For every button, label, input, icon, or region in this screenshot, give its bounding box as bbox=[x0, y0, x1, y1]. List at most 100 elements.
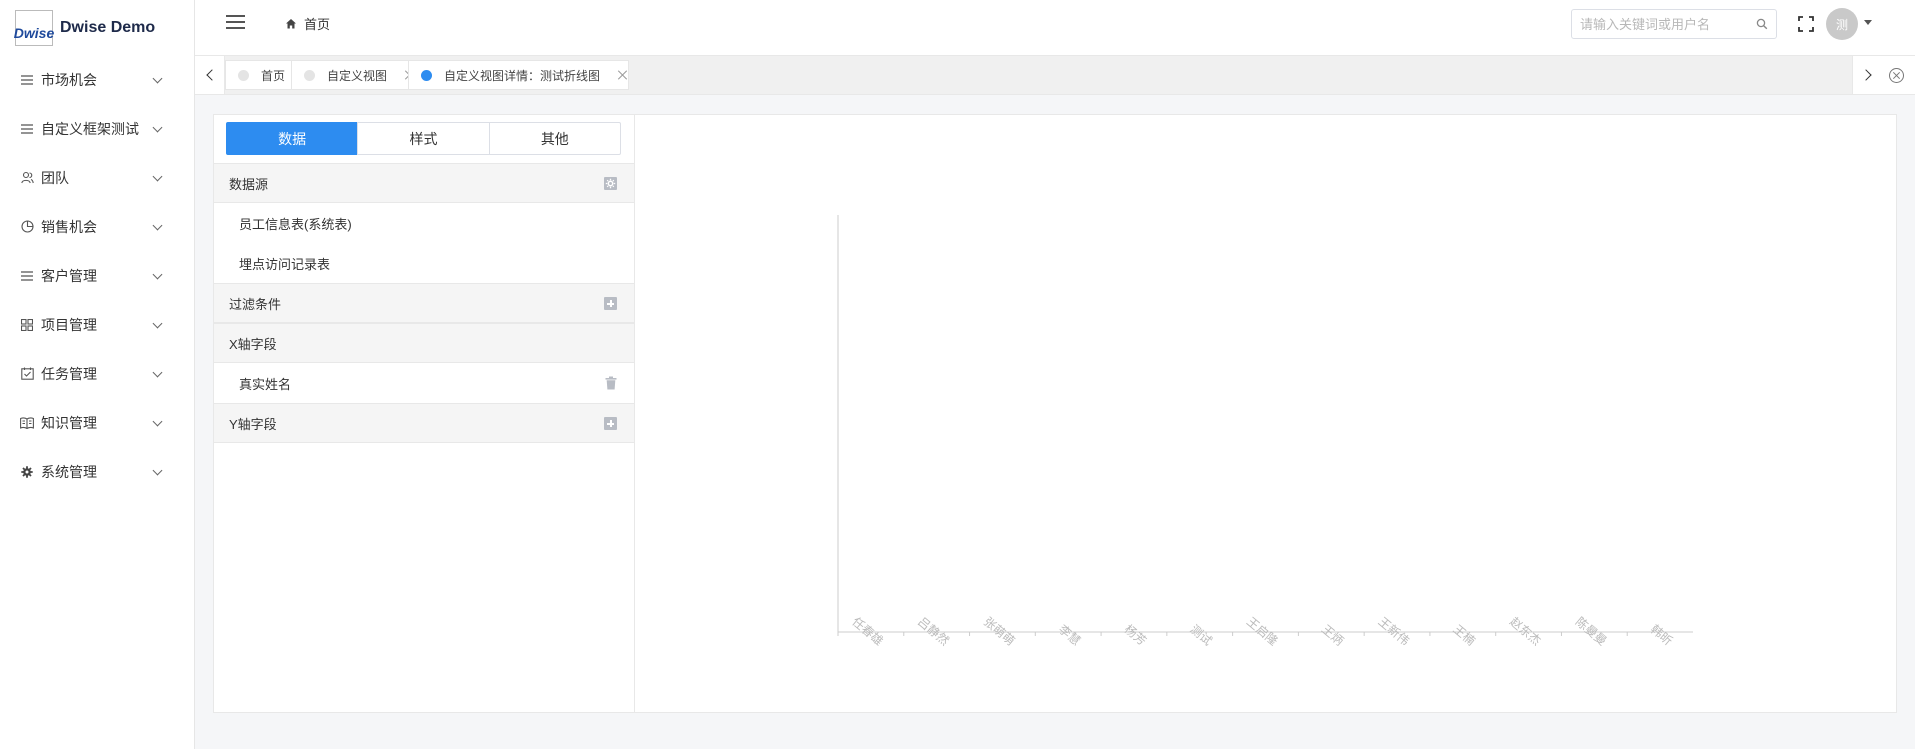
chart-preview: 任春雄 吕静然 张萌萌 李慧 杨芳 测试 王启隆 王炳 王新伟 王楠 赵东杰 陈曼曼 韩昕 bbox=[635, 114, 1897, 713]
home-icon[interactable] bbox=[285, 18, 297, 30]
datasource-title: 数据源 bbox=[229, 176, 269, 192]
datasource-item[interactable]: 埋点访问记录表 bbox=[214, 243, 634, 283]
grid-icon bbox=[20, 318, 34, 332]
tab-label: 自定义视图详情：测试折线图 bbox=[444, 68, 601, 83]
breadcrumb: 首页 bbox=[285, 14, 330, 33]
top-header: 首页 测 bbox=[195, 0, 1915, 55]
settings-icon[interactable] bbox=[604, 177, 617, 190]
sidebar-item-label: 团队 bbox=[41, 169, 69, 186]
add-y-field-icon[interactable] bbox=[604, 417, 617, 430]
x-tick-label: 吕静然 bbox=[915, 614, 952, 649]
search-icon[interactable] bbox=[1756, 18, 1768, 33]
sidebar-item-label: 市场机会 bbox=[41, 71, 97, 88]
sidebar-item-label: 任务管理 bbox=[41, 365, 97, 382]
sidebar-item-label: 知识管理 bbox=[41, 414, 97, 431]
chevron-down-icon bbox=[152, 122, 163, 132]
app-title: Dwise Demo bbox=[60, 18, 156, 36]
x-tick-label: 赵东杰 bbox=[1507, 614, 1544, 648]
add-filter-icon[interactable] bbox=[604, 297, 617, 310]
x-tick-label: 张萌萌 bbox=[981, 614, 1018, 648]
x-axis-header: X轴字段 bbox=[214, 323, 634, 363]
sidebar-item-custom-frame[interactable]: 自定义框架测试 bbox=[0, 104, 194, 153]
x-tick-label: 王楠 bbox=[1450, 621, 1478, 648]
x-tick-label: 杨芳 bbox=[1122, 621, 1150, 648]
chevron-down-icon bbox=[152, 465, 163, 475]
task-icon bbox=[20, 367, 34, 381]
tab-1[interactable]: 自定义视图 bbox=[291, 60, 417, 90]
x-tick-label: 任春雄 bbox=[849, 614, 886, 649]
x-tick-label: 李慧 bbox=[1056, 621, 1084, 648]
list-icon bbox=[20, 73, 34, 87]
breadcrumb-home[interactable]: 首页 bbox=[304, 14, 330, 33]
logo-mark: Dwise bbox=[13, 9, 55, 46]
sidebar-item-customer[interactable]: 客户管理 bbox=[0, 251, 194, 300]
x-tick-label: 王启隆 bbox=[1244, 614, 1281, 649]
datasource-item[interactable]: 员工信息表(系统表) bbox=[214, 203, 634, 243]
search-box bbox=[1571, 9, 1777, 39]
sidebar-item-label: 项目管理 bbox=[41, 316, 97, 333]
delete-icon[interactable] bbox=[605, 376, 617, 390]
chevron-down-icon[interactable] bbox=[1864, 20, 1872, 25]
sidebar-item-team[interactable]: 团队 bbox=[0, 153, 194, 202]
close-all-tabs-icon[interactable] bbox=[1889, 68, 1904, 83]
x-axis-field-label: 真实姓名 bbox=[239, 376, 292, 392]
tab-status-dot bbox=[421, 69, 432, 81]
chevron-down-icon bbox=[152, 416, 163, 426]
sidebar-item-label: 销售机会 bbox=[41, 218, 97, 235]
app-logo[interactable]: Dwise Dwise Demo bbox=[0, 0, 194, 55]
list-icon bbox=[20, 269, 34, 283]
list-icon bbox=[20, 122, 34, 136]
sidebar: Dwise Dwise Demo 市场机会自定义框架测试 团队销售机会客户管理项目… bbox=[0, 0, 195, 749]
sidebar-item-project[interactable]: 项目管理 bbox=[0, 300, 194, 349]
x-tick-label: 韩昕 bbox=[1648, 621, 1676, 648]
sidebar-item-label: 客户管理 bbox=[41, 267, 97, 284]
close-icon[interactable] bbox=[618, 70, 628, 80]
y-axis-title: Y轴字段 bbox=[229, 416, 277, 432]
line-chart: 任春雄 吕静然 张萌萌 李慧 杨芳 测试 王启隆 王炳 王新伟 王楠 赵东杰 陈曼曼 韩昕 bbox=[837, 215, 1693, 649]
sidebar-item-task[interactable]: 任务管理 bbox=[0, 349, 194, 398]
sidebar-item-knowledge[interactable]: 知识管理 bbox=[0, 398, 194, 447]
tab-label: 首页 bbox=[261, 68, 286, 83]
tab-2[interactable]: 自定义视图详情：测试折线图 bbox=[408, 60, 630, 90]
tab-label: 自定义视图 bbox=[327, 68, 388, 83]
chevron-down-icon bbox=[152, 269, 163, 279]
y-axis-header: Y轴字段 bbox=[214, 403, 634, 443]
sidebar-item-sales[interactable]: 销售机会 bbox=[0, 202, 194, 251]
book-icon bbox=[20, 416, 34, 430]
logo-text: Dwise bbox=[13, 24, 55, 41]
sidebar-item-system[interactable]: 系统管理 bbox=[0, 447, 194, 496]
chevron-down-icon bbox=[152, 220, 163, 230]
sidebar-item-market[interactable]: 市场机会 bbox=[0, 55, 194, 104]
filter-header: 过滤条件 bbox=[214, 283, 634, 323]
x-axis-title: X轴字段 bbox=[229, 336, 277, 352]
tab-bar: 首页 自定义视图 自定义视图详情：测试折线图 bbox=[195, 55, 1915, 95]
filter-title: 过滤条件 bbox=[229, 296, 282, 312]
chevron-down-icon bbox=[152, 367, 163, 377]
menu-toggle-icon[interactable] bbox=[226, 15, 245, 29]
chevron-down-icon bbox=[152, 171, 163, 181]
tab-status-dot bbox=[304, 69, 315, 81]
fullscreen-icon[interactable] bbox=[1798, 16, 1814, 32]
x-tick-label: 测试 bbox=[1187, 621, 1215, 648]
x-tick-label: 王新伟 bbox=[1376, 614, 1413, 649]
sidebar-item-label: 系统管理 bbox=[41, 463, 97, 480]
tab-scroll-left-icon[interactable] bbox=[195, 56, 225, 94]
segment-tab-0[interactable]: 数据 bbox=[226, 122, 359, 155]
chevron-down-icon bbox=[152, 73, 163, 83]
team-icon bbox=[20, 171, 34, 185]
segment-tab-1[interactable]: 样式 bbox=[357, 122, 490, 155]
tab-0[interactable]: 首页 bbox=[225, 60, 301, 90]
gear-icon bbox=[20, 465, 34, 479]
tab-status-dot bbox=[238, 69, 249, 81]
config-segmented-control: 数据 样式 其他 bbox=[226, 122, 621, 155]
sidebar-item-label: 自定义框架测试 bbox=[41, 120, 139, 137]
chevron-down-icon bbox=[152, 318, 163, 328]
avatar[interactable]: 测 bbox=[1826, 8, 1858, 40]
tab-scroll-right-icon[interactable] bbox=[1852, 56, 1882, 94]
segment-tab-2[interactable]: 其他 bbox=[488, 122, 621, 155]
datasource-header: 数据源 bbox=[214, 163, 634, 203]
chart-config-panel: 数据 样式 其他 数据源 员工信息表(系统表) 埋点访问记录表 过滤条件 X轴字段 … bbox=[213, 114, 635, 713]
x-tick-label: 王炳 bbox=[1319, 622, 1346, 648]
search-input[interactable] bbox=[1572, 10, 1752, 38]
x-axis-field[interactable]: 真实姓名 bbox=[214, 363, 634, 403]
